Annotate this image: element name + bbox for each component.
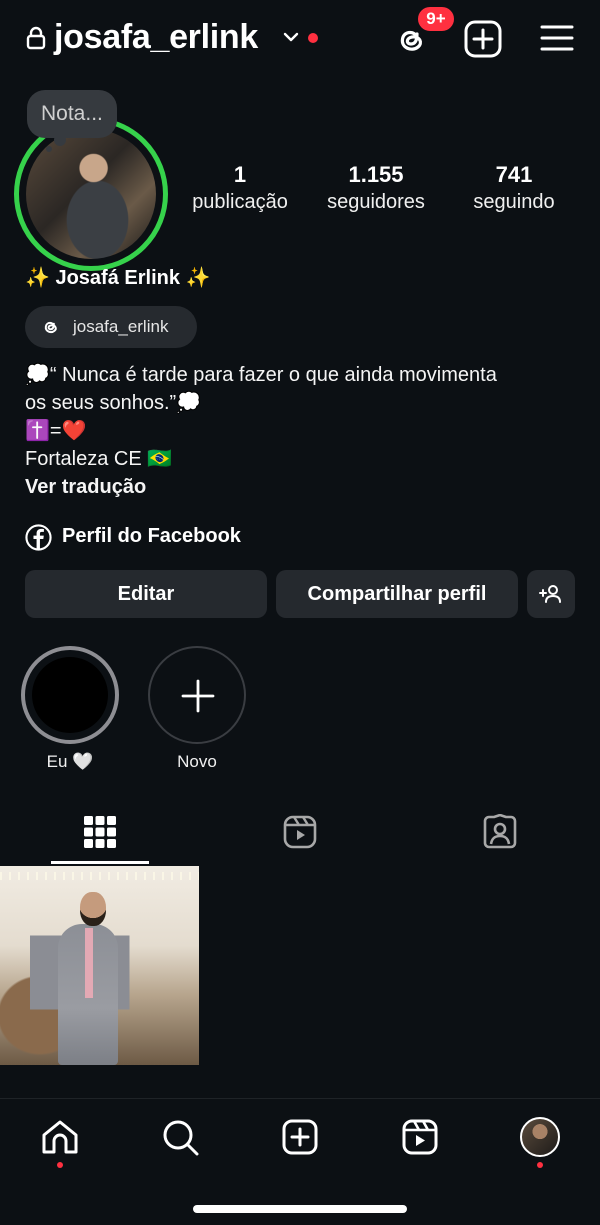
menu-icon[interactable]	[540, 24, 574, 52]
post-image-tie	[85, 928, 93, 998]
followers-count[interactable]: 1.155 seguidores	[316, 162, 436, 216]
bio-line: Fortaleza CE 🇧🇷	[25, 448, 173, 470]
highlight-cover	[32, 657, 108, 733]
profile-page: josafa_erlink 9+ Nota... 1 publicação 1.…	[0, 0, 600, 1225]
post-image-head	[80, 892, 106, 926]
active-tab-indicator	[51, 861, 149, 864]
note-bubble[interactable]: Nota...	[27, 90, 117, 138]
tab-posts-grid[interactable]	[0, 812, 200, 864]
facebook-icon	[25, 524, 52, 551]
highlight-ring	[21, 646, 119, 744]
home-indicator[interactable]	[193, 1205, 407, 1213]
share-profile-button[interactable]: Compartilhar perfil	[276, 570, 518, 618]
add-post-icon[interactable]	[464, 20, 502, 58]
highlight-eu[interactable]: Eu 🤍	[20, 646, 120, 772]
full-name: ✨ Josafá Erlink ✨	[25, 267, 211, 289]
threads-notification-badge: 9+	[416, 5, 456, 33]
bio: 💭“ Nunca é tarde para fazer o que ainda …	[25, 361, 585, 501]
nav-profile-avatar[interactable]	[520, 1117, 560, 1157]
highlight-ring	[148, 646, 246, 744]
threads-profile-chip[interactable]: josafa_erlink	[25, 306, 197, 348]
following-count-value: 741	[495, 162, 533, 187]
see-translation-link[interactable]: Ver tradução	[25, 473, 585, 501]
bottom-navigation	[0, 1098, 600, 1225]
home-icon	[42, 1120, 78, 1154]
account-username[interactable]: josafa_erlink	[54, 18, 258, 57]
top-bar: josafa_erlink 9+	[0, 0, 600, 78]
posts-count-label: publicação	[192, 191, 288, 213]
tagged-icon	[483, 814, 517, 849]
reels-icon	[283, 815, 317, 849]
facebook-link-label: Perfil do Facebook	[62, 525, 241, 547]
posts-count-value: 1	[233, 162, 247, 187]
nav-profile-notification-dot	[537, 1162, 543, 1168]
post-thumbnail[interactable]	[0, 866, 199, 1065]
add-person-icon	[539, 585, 561, 603]
bio-line: ✝️=❤️	[25, 420, 87, 442]
highlight-label: Novo	[177, 752, 217, 771]
highlight-label: Eu 🤍	[46, 752, 94, 771]
note-bubble-tail-small	[46, 146, 52, 152]
threads-icon	[44, 321, 57, 334]
discover-people-button[interactable]	[527, 570, 575, 618]
bio-line: os seus sonhos.”💭	[25, 392, 202, 414]
threads-handle: josafa_erlink	[73, 317, 169, 336]
nav-reels[interactable]	[400, 1117, 440, 1157]
edit-profile-button[interactable]: Editar	[25, 570, 267, 618]
tab-reels[interactable]	[200, 812, 400, 864]
post-image-lights	[0, 872, 199, 880]
followers-count-label: seguidores	[327, 191, 425, 213]
following-count-label: seguindo	[473, 191, 555, 213]
search-icon	[163, 1120, 199, 1156]
nav-create[interactable]	[280, 1117, 320, 1157]
reels-icon	[402, 1119, 438, 1155]
followers-count-value: 1.155	[348, 162, 404, 187]
new-highlight-button[interactable]: Novo	[147, 646, 247, 772]
plus-icon	[181, 679, 215, 713]
chevron-down-icon[interactable]	[282, 30, 300, 44]
posts-count[interactable]: 1 publicação	[180, 162, 300, 216]
nav-home-notification-dot	[57, 1162, 63, 1168]
account-notification-dot	[308, 33, 318, 43]
bio-line: 💭“ Nunca é tarde para fazer o que ainda …	[25, 364, 497, 386]
following-count[interactable]: 741 seguindo	[454, 162, 574, 216]
nav-home[interactable]	[40, 1117, 80, 1157]
create-icon	[282, 1119, 318, 1155]
tab-tagged[interactable]	[400, 812, 600, 864]
lock-icon	[26, 26, 46, 50]
grid-icon	[84, 816, 116, 848]
nav-search[interactable]	[160, 1117, 200, 1157]
